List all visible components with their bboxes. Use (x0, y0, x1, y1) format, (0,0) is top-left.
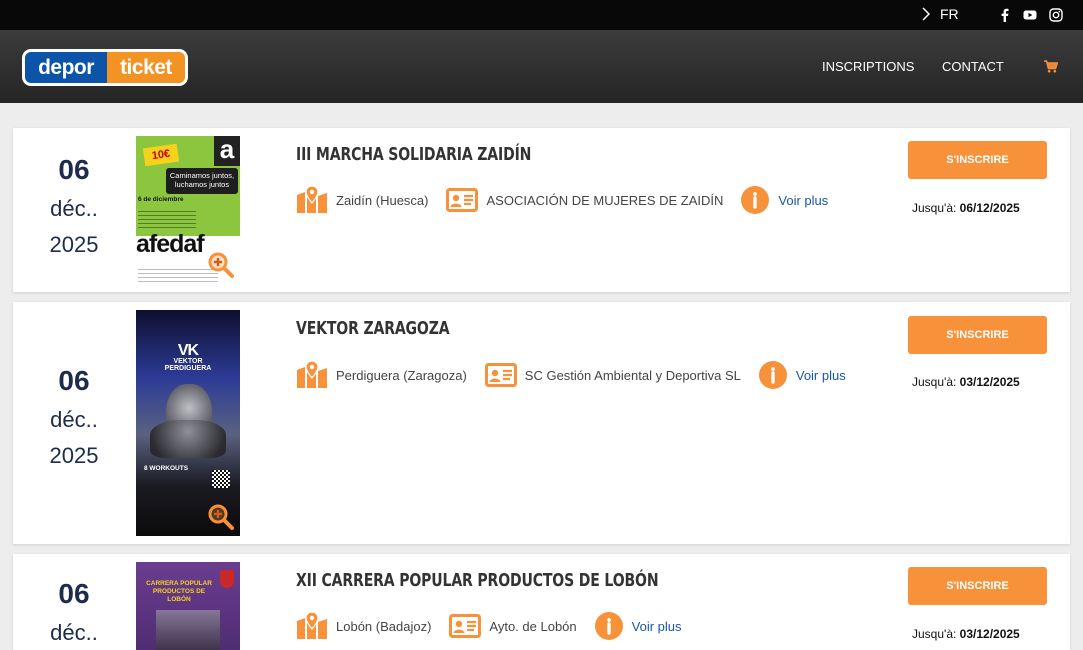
deadline-label: Jusqu'à: (912, 627, 957, 641)
logo-part-depor: depor (25, 52, 107, 83)
organizer-card-icon (446, 188, 479, 212)
deadline: Jusqu'à: 06/12/2025 (912, 201, 1020, 215)
event-location: Perdiguera (Zaragoza) (336, 367, 467, 383)
deadline-label: Jusqu'à: (912, 375, 957, 389)
register-button[interactable]: S'INSCRIRE (908, 316, 1047, 354)
event-location: Lobón (Badajoz) (336, 618, 432, 634)
deadline-date: 03/12/2025 (959, 627, 1020, 641)
event-month: déc.. (50, 196, 98, 221)
facebook-icon[interactable] (998, 8, 1012, 22)
deadline: Jusqu'à: 03/12/2025 (912, 375, 1020, 389)
youtube-icon[interactable] (1023, 8, 1037, 22)
event-day: 06 (58, 578, 90, 609)
register-button[interactable]: S'INSCRIRE (908, 567, 1047, 605)
poster-a-mark: a (214, 136, 240, 166)
nav-inscriptions[interactable]: INSCRIPTIONS (822, 59, 914, 74)
event-meta: Zaidín (Huesca) ASOCIACIÓN DE MUJERES DE… (296, 186, 828, 214)
chevron-right-icon (922, 7, 930, 21)
info-icon[interactable] (741, 186, 770, 214)
zoom-icon[interactable] (208, 504, 234, 530)
info-icon[interactable] (594, 612, 623, 640)
poster-bottom-text: 8 WORKOUTS (144, 465, 189, 472)
cart-icon[interactable] (1044, 60, 1058, 73)
deadline: Jusqu'à: 03/12/2025 (912, 627, 1020, 641)
poster-headline: Caminamos juntos, luchamos juntos (166, 168, 238, 194)
zoom-icon[interactable] (208, 252, 234, 278)
event-title[interactable]: III MARCHA SOLIDARIA ZAIDÍN (296, 144, 531, 165)
event-poster[interactable]: CARRERA POPULAR PRODUCTOS DE LOBÓN (136, 562, 240, 650)
poster-headline: CARRERA POPULAR PRODUCTOS DE LOBÓN (146, 580, 212, 603)
event-poster[interactable]: a 10€ Caminamos juntos, luchamos juntos … (136, 136, 240, 284)
organizer-card-icon (449, 614, 482, 638)
event-organizer: SC Gestión Ambiental y Deportiva SL (524, 367, 741, 383)
event-date: 06 déc.. 2025 (13, 365, 135, 469)
event-month: déc.. (50, 620, 98, 645)
event-organizer: Ayto. de Lobón (489, 618, 577, 634)
event-card: 06 déc.. 2025 CARRERA POPULAR PRODUCTOS … (13, 554, 1070, 650)
map-location-icon (297, 186, 327, 213)
poster-headline: VEKTOR (173, 358, 203, 365)
organizer-card-icon (484, 363, 517, 387)
voir-plus-link[interactable]: Voir plus (796, 368, 846, 383)
nav-contact[interactable]: CONTACT (942, 59, 1004, 74)
instagram-icon[interactable] (1049, 8, 1063, 22)
deadline-date: 03/12/2025 (959, 375, 1020, 389)
event-year: 2025 (49, 232, 99, 257)
map-location-icon (297, 612, 327, 639)
event-meta: Perdiguera (Zaragoza) SC Gestión Ambient… (296, 361, 846, 389)
event-title[interactable]: XII CARRERA POPULAR PRODUCTOS DE LOBÓN (296, 570, 659, 591)
site-logo[interactable]: depor ticket (22, 49, 188, 86)
event-location: Zaidín (Huesca) (336, 192, 429, 208)
event-card: 06 déc.. 2025 VK VEKTOR PERDIGUERA 8 WOR… (13, 302, 1070, 544)
language-selector[interactable]: FR (922, 6, 959, 22)
event-year: 2025 (49, 443, 99, 468)
voir-plus-link[interactable]: Voir plus (778, 193, 828, 208)
site-header: depor ticket INSCRIPTIONS CONTACT (0, 30, 1083, 103)
map-location-icon (297, 361, 327, 388)
event-meta: Lobón (Badajoz) Ayto. de Lobón Voir plus (296, 612, 682, 640)
event-day: 06 (58, 365, 90, 396)
deadline-label: Jusqu'à: (912, 201, 957, 215)
event-title[interactable]: VEKTOR ZARAGOZA (296, 318, 450, 339)
register-button[interactable]: S'INSCRIRE (908, 141, 1047, 179)
event-day: 06 (58, 154, 90, 185)
event-organizer: ASOCIACIÓN DE MUJERES DE ZAIDÍN (486, 192, 724, 208)
voir-plus-link[interactable]: Voir plus (632, 619, 682, 634)
event-card: 06 déc.. 2025 a 10€ Caminamos juntos, lu… (13, 128, 1070, 292)
info-icon[interactable] (758, 361, 787, 389)
poster-subtitle: PERDIGUERA (164, 365, 212, 372)
deadline-date: 06/12/2025 (959, 201, 1020, 215)
event-date: 06 déc.. 2025 (13, 578, 135, 650)
event-month: déc.. (50, 407, 98, 432)
poster-date-line: 6 de diciembre (138, 196, 184, 203)
language-label: FR (940, 6, 959, 22)
top-bar: FR (0, 0, 1083, 30)
poster-qr-code (212, 470, 230, 488)
event-date: 06 déc.. 2025 (13, 154, 135, 258)
poster-brand: afedaf (136, 230, 205, 258)
logo-part-ticket: ticket (107, 52, 185, 83)
poster-coat-of-arms (220, 570, 234, 588)
event-poster[interactable]: VK VEKTOR PERDIGUERA 8 WORKOUTS (136, 310, 240, 536)
